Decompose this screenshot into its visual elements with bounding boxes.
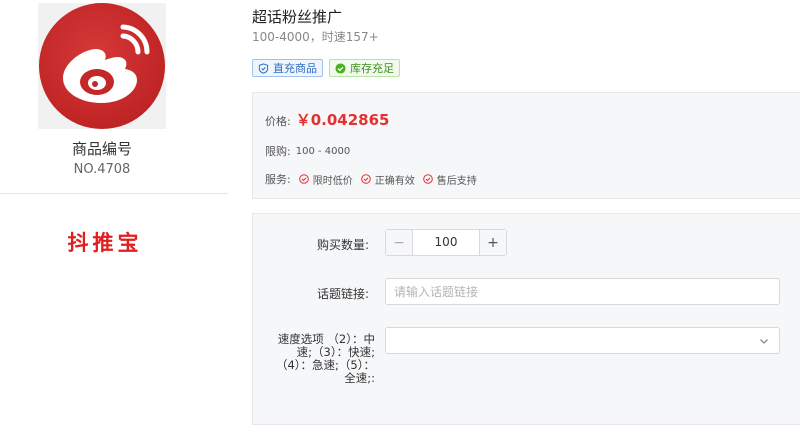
speed-option-label: 速度选项 （2）：中速;（3）：快速;（4）：急速;（5）：全速;:	[275, 332, 375, 385]
chevron-down-icon	[760, 339, 768, 344]
quantity-input[interactable]: 100	[413, 230, 479, 255]
service-row: 服务: 限时低价 正确有效 售后支持	[265, 171, 477, 187]
product-image	[38, 3, 166, 129]
tag-in-stock: 库存充足	[329, 59, 400, 77]
shield-icon	[258, 62, 269, 74]
increment-button[interactable]: +	[479, 230, 506, 255]
brand-logo-text: 抖推宝	[67, 230, 143, 255]
limit-value: 100 - 4000	[295, 145, 351, 157]
weibo-icon	[63, 24, 150, 103]
pricing-panel: 价格: ￥0.042865 限购: 100 - 4000 服务: 限时低价 正确…	[252, 92, 800, 199]
check-circle-outline-icon	[360, 174, 371, 184]
price-label: 价格:	[265, 115, 291, 128]
check-circle-outline-icon	[422, 174, 433, 184]
tag-label: 库存充足	[350, 62, 394, 75]
service-item-label: 正确有效	[374, 175, 415, 187]
weibo-logo	[39, 3, 165, 129]
check-circle-outline-icon	[298, 174, 309, 184]
product-tags: 直充商品 库存充足	[252, 59, 400, 77]
product-subtitle: 100-4000，时速157+	[252, 30, 379, 44]
price-row: 价格: ￥0.042865	[265, 109, 389, 130]
product-page: 商品编号 NO.4708 抖推宝 超话粉丝推广 100-4000，时速157+ …	[0, 0, 800, 436]
service-label: 服务:	[265, 173, 291, 186]
product-code: NO.4708	[73, 162, 131, 177]
service-item: 售后支持	[422, 172, 477, 187]
check-circle-icon	[335, 62, 346, 74]
decrement-button[interactable]: −	[386, 230, 413, 255]
limit-label: 限购:	[265, 145, 291, 158]
speed-option-select[interactable]	[385, 327, 780, 354]
limit-row: 限购: 100 - 4000	[265, 143, 350, 159]
divider	[0, 193, 228, 194]
quantity-stepper: − 100 +	[385, 229, 507, 256]
price-value: ￥0.042865	[295, 111, 390, 129]
quantity-label: 购买数量:	[316, 238, 369, 252]
product-code-label: 商品编号	[71, 140, 132, 158]
product-title: 超话粉丝推广	[252, 8, 343, 26]
tag-direct-charge: 直充商品	[252, 59, 323, 77]
service-item: 限时低价	[298, 172, 353, 187]
topic-link-input[interactable]	[385, 278, 780, 305]
service-item-label: 限时低价	[312, 175, 353, 187]
service-item-label: 售后支持	[436, 175, 477, 187]
service-item: 正确有效	[360, 172, 415, 187]
product-sidebar: 商品编号 NO.4708 抖推宝	[0, 0, 228, 436]
topic-link-label: 话题链接:	[316, 287, 369, 301]
order-form: 购买数量: − 100 + 话题链接: 速度选项 （2）：中速;（3）：快速;（…	[252, 213, 800, 425]
tag-label: 直充商品	[273, 62, 317, 75]
